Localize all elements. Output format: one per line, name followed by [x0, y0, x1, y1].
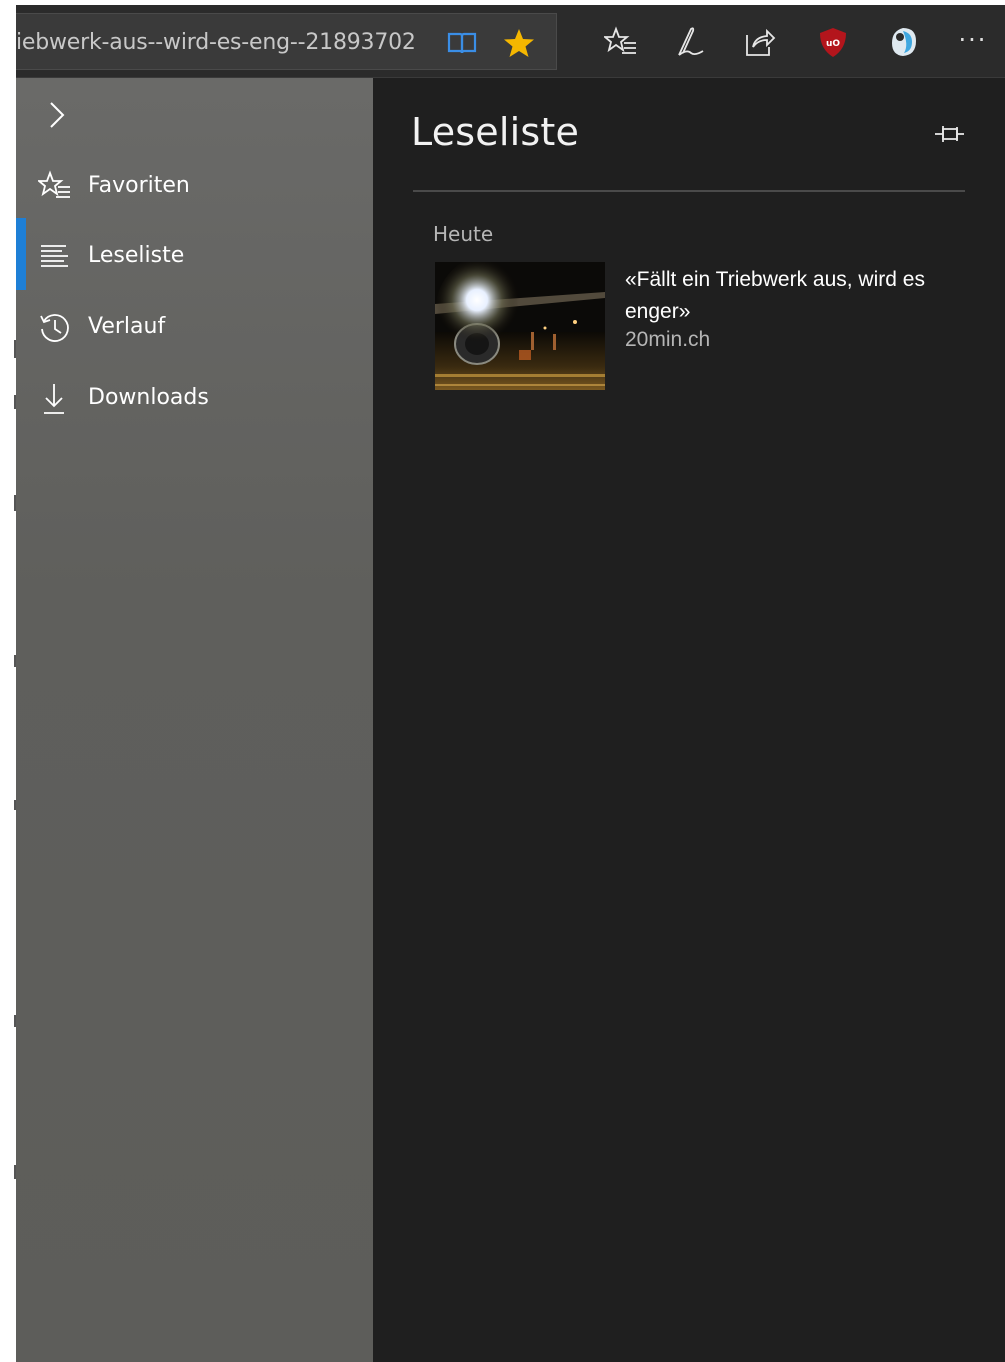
reading-view-icon[interactable]: [446, 27, 478, 59]
hub-nav-pane: Favoriten Leseliste Verlauf Downloads: [16, 78, 373, 1362]
browser-toolbar: iebwerk-aus--wird-es-eng--21893702 uO ··…: [16, 5, 1005, 78]
hub-icon[interactable]: [604, 25, 638, 59]
nav-item-label: Downloads: [88, 385, 209, 410]
nav-item-downloads[interactable]: Downloads: [16, 368, 373, 428]
more-icon[interactable]: ···: [956, 25, 990, 59]
nav-item-label: Verlauf: [88, 314, 166, 339]
page-title: Leseliste: [411, 110, 580, 154]
reading-list-item[interactable]: «Fällt ein Triebwerk aus, wird es enger»…: [435, 262, 975, 392]
reading-list-icon: [41, 245, 68, 267]
browser-window: iebwerk-aus--wird-es-eng--21893702 uO ··…: [0, 0, 1005, 1362]
chevron-right-icon[interactable]: [44, 98, 70, 132]
item-source: 20min.ch: [625, 328, 711, 351]
nav-item-label: Leseliste: [88, 243, 185, 268]
address-bar[interactable]: iebwerk-aus--wird-es-eng--21893702: [16, 13, 557, 70]
url-text[interactable]: iebwerk-aus--wird-es-eng--21893702: [16, 14, 426, 71]
download-arrow-icon: [44, 384, 64, 414]
nav-item-favoriten[interactable]: Favoriten: [16, 156, 373, 216]
pin-icon[interactable]: [933, 120, 967, 148]
item-title[interactable]: «Fällt ein Triebwerk aus, wird es enger»: [625, 264, 970, 328]
reading-list-pane: Leseliste Heute «Fällt ein Triebwerk aus…: [373, 78, 1005, 1362]
title-divider: [413, 190, 965, 192]
history-clock-icon: [40, 314, 69, 342]
extension-icon[interactable]: [886, 25, 920, 59]
svg-text:uO: uO: [826, 39, 840, 49]
nav-item-label: Favoriten: [88, 173, 190, 198]
airplane-at-night-image: [435, 262, 605, 390]
favorite-star-icon[interactable]: [503, 27, 535, 59]
share-icon[interactable]: [743, 25, 777, 59]
favorites-star-list-icon: [38, 170, 70, 198]
nav-item-leseliste[interactable]: Leseliste: [16, 226, 373, 286]
section-heading: Heute: [433, 222, 494, 246]
notes-pen-icon[interactable]: [673, 25, 707, 59]
nav-item-verlauf[interactable]: Verlauf: [16, 297, 373, 357]
ublock-icon[interactable]: uO: [816, 25, 850, 59]
